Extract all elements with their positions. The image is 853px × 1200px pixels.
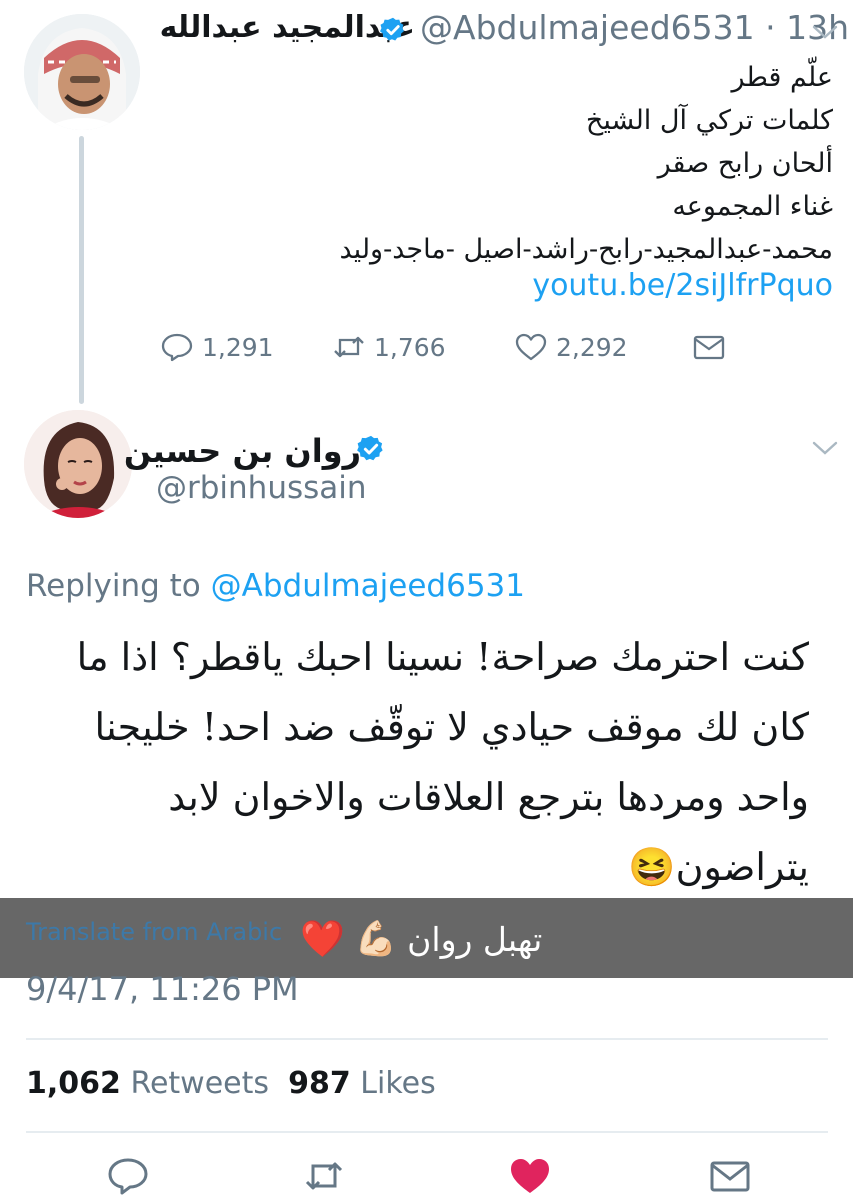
thread-connector (79, 136, 84, 404)
engagement-stats: 1,062 Retweets 987 Likes (26, 1066, 436, 1101)
overlay-caption: تهبل روان (407, 919, 543, 959)
like-label[interactable]: Likes (360, 1066, 435, 1101)
divider (26, 1131, 828, 1133)
replying-prefix: Replying to (26, 568, 201, 604)
direct-message-icon (693, 335, 725, 360)
tweet-line: غناء المجموعه (672, 191, 833, 222)
retweet-button[interactable]: 1,766 (332, 332, 446, 362)
retweet-icon (334, 336, 364, 358)
author-handle[interactable]: @rbinhussain (156, 470, 367, 506)
reply-icon[interactable] (106, 1156, 150, 1196)
retweet-label[interactable]: Retweets (130, 1066, 269, 1101)
author-handle-time[interactable]: @Abdulmajeed6531 · 13h (420, 8, 849, 47)
divider (26, 1038, 828, 1040)
retweet-count: 1,766 (374, 332, 446, 362)
tweet-line: كان لك موقف حيادي لا توقّف ضد احد! خليجن… (94, 705, 809, 749)
avatar-rawan[interactable] (24, 410, 132, 518)
tweet-line: علّم قطر (731, 62, 833, 93)
reply-icon (161, 333, 193, 362)
reply-count: 1,291 (202, 332, 274, 362)
tweet-text: كنت احترمك صراحة! نسينا احبك ياقطر؟ اذا … (19, 622, 809, 902)
flexed-biceps-emoji: 💪🏻 (354, 919, 398, 959)
chevron-down-icon[interactable] (812, 440, 838, 456)
verified-badge-icon (380, 17, 404, 41)
author-name[interactable]: روان بن حسين (124, 432, 361, 470)
chevron-down-icon[interactable] (812, 24, 838, 40)
author-name[interactable]: عبدالمجيد عبدالله (160, 10, 415, 45)
tweet-line: يتراضون😆 (628, 845, 809, 889)
direct-message-icon[interactable] (708, 1156, 752, 1196)
reply-button[interactable]: 1,291 (160, 332, 274, 362)
tweet-line: واحد ومردها بترجع العلاقات والاخوان لابد (168, 775, 809, 819)
heart-emoji: ❤️ (300, 919, 345, 960)
direct-message-button[interactable] (692, 332, 726, 362)
like-count: 2,292 (556, 332, 628, 362)
retweet-total[interactable]: 1,062 (26, 1066, 121, 1101)
tweet-line: ألحان رابح صقر (657, 148, 833, 179)
replying-to: Replying to @Abdulmajeed6531 (26, 568, 525, 604)
heart-icon (515, 333, 547, 361)
tweet-text: علّم قطر كلمات تركي آل الشيخ ألحان رابح … (273, 56, 834, 271)
tweet-line: كنت احترمك صراحة! نسينا احبك ياقطر؟ اذا … (76, 635, 809, 679)
tweet-line: محمد-عبدالمجيد-رابح-راشد-اصيل -ماجد-وليد (339, 234, 834, 265)
overlay-caption-group: ❤️ 💪🏻 تهبل روان (300, 908, 542, 970)
replying-handle-link[interactable]: @Abdulmajeed6531 (211, 568, 525, 604)
tweet-line: كلمات تركي آل الشيخ (585, 105, 833, 136)
translate-link[interactable]: Translate from Arabic (26, 918, 282, 946)
like-button[interactable]: 2,292 (514, 332, 628, 362)
retweet-icon[interactable] (302, 1156, 346, 1196)
like-total[interactable]: 987 (288, 1066, 351, 1101)
verified-badge-icon (357, 435, 383, 461)
tweet-timestamp: 9/4/17, 11:26 PM (26, 970, 299, 1008)
tweet-link[interactable]: youtu.be/2siJlfrPquo (532, 268, 833, 303)
avatar-abdulmajeed[interactable] (24, 14, 140, 130)
heart-icon[interactable] (508, 1156, 552, 1196)
